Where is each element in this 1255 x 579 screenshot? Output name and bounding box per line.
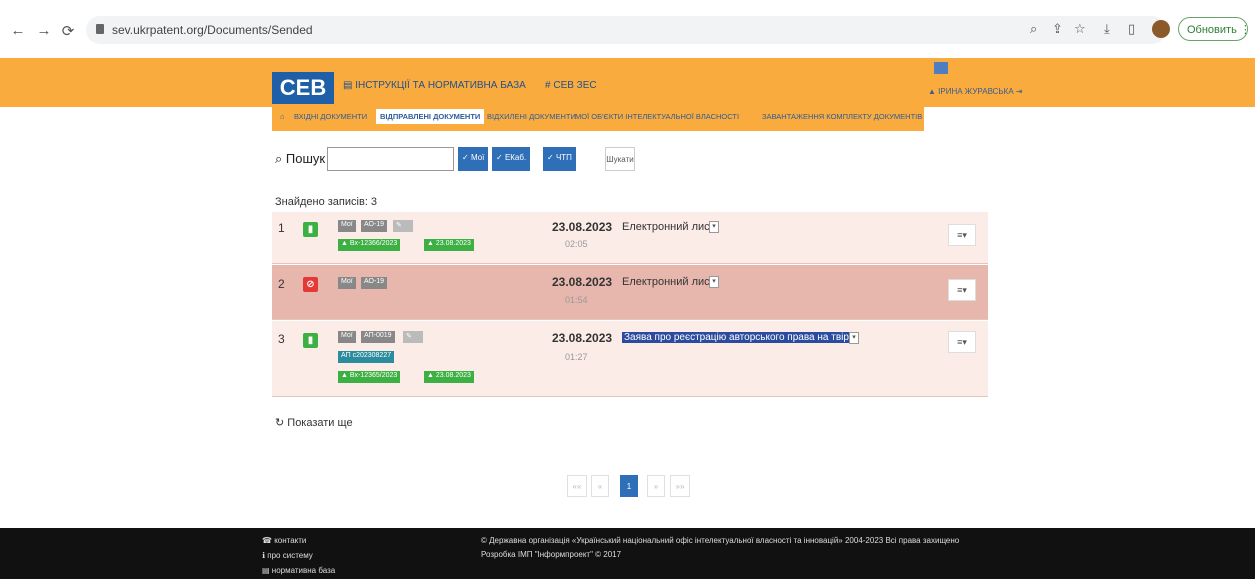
footer-contacts[interactable]: ☎ контакти [262,536,306,545]
page-current-button[interactable]: 1 [620,475,638,497]
share-icon[interactable]: ⇪ [1052,21,1063,37]
address-bar[interactable]: sev.ukrpatent.org/Documents/Sended [86,16,1166,44]
record-title[interactable]: Заява про реєстрацію авторського права н… [622,332,851,343]
record-date: 23.08.2023 [552,220,613,234]
row-number: 3 [278,332,285,346]
nav-instructions[interactable]: ▤ ІНСТРУКЦІЇ ТА НОРМАТИВНА БАЗА [343,80,526,91]
search-button[interactable]: Шукати [605,147,635,171]
footer-about-label: про систему [267,551,313,560]
page-prev-button[interactable]: « [591,475,609,497]
tag-date[interactable]: ▲ 23.08.2023 [424,239,474,251]
profile-avatar[interactable] [1152,20,1170,38]
page-last-button[interactable]: »» [670,475,690,497]
tag-date-label: 23.08.2023 [435,372,471,379]
tag-incoming[interactable]: ▲ Вх-12365/2023 [338,371,401,383]
home-icon[interactable]: ⌂ [280,112,285,121]
badge: Мої [338,331,356,343]
row-number: 1 [278,221,285,235]
forward-icon[interactable]: → [36,22,52,39]
tab-my-objects[interactable]: МОЇ ОБ'ЄКТИ ІНТЕЛЕКТУАЛЬНОЇ ВЛАСНОСТІ [575,112,739,121]
lock-icon [96,24,104,34]
footer-about[interactable]: ℹ про систему [262,551,313,560]
badge: АО-19 [361,220,388,232]
page-first-button[interactable]: «« [567,475,587,497]
filter-my-label: Мої [470,153,485,162]
row-menu-button[interactable]: ≡▾ [948,331,976,353]
search-icon[interactable]: ⌕ [1030,21,1037,37]
badge: АО-19 [361,277,388,289]
record-time: 02:05 [565,239,588,249]
pen-icon: ✎ [393,220,413,232]
record-title[interactable]: Електронний лист [622,221,715,233]
record-date: 23.08.2023 [552,275,613,289]
footer-copyright: © Державна організація «Український наці… [481,536,960,545]
found-count: Знайдено записів: 3 [275,196,378,208]
footer-regulations-label: нормативна база [271,566,336,575]
record-title[interactable]: Електронний лист [622,276,715,288]
update-label: Обновить [1187,24,1237,36]
nav-sev-zes[interactable]: # СЕВ ЗЕС [545,80,597,91]
tag-incoming-label: Вх-12365/2023 [349,372,398,379]
back-icon[interactable]: ← [10,22,26,39]
record-time: 01:54 [565,295,588,305]
badge: АП-0019 [361,331,395,343]
footer-regulations[interactable]: ▤ нормативна база [262,566,335,575]
table-row[interactable]: 3 ▮ Мої АП-0019 ✎ АП c202308227 ▲ Вх-123… [272,321,988,397]
user-name[interactable]: ▲ ІРИНА ЖУРАВСЬКА ⇥ [928,87,1023,96]
nav-instructions-label: ІНСТРУКЦІЇ ТА НОРМАТИВНА БАЗА [355,80,526,91]
tab-rejected[interactable]: ВІДХИЛЕНІ ДОКУМЕНТИ [487,112,576,121]
chevron-down-icon[interactable]: ▾ [709,276,719,288]
tab-incoming[interactable]: ВХІДНІ ДОКУМЕНТИ [294,112,367,121]
download-icon[interactable]: ⤓ [1104,21,1110,37]
reload-icon[interactable]: ⟳ [60,22,76,40]
chevron-down-icon[interactable]: ▾ [709,221,719,233]
tag-incoming[interactable]: ▲ Вх-12366/2023 [338,239,401,251]
footer-contacts-label: контакти [274,536,307,545]
search-input[interactable] [327,147,454,171]
table-row[interactable]: 2 ⊘ Мої АО-19 23.08.2023 01:54 Електронн… [272,265,988,320]
tag-copyright[interactable]: АП c202308227 [338,351,395,363]
tab-upload[interactable]: ЗАВАНТАЖЕННЯ КОМПЛЕКТУ ДОКУМЕНТІВ [762,112,922,121]
filter-my-button[interactable]: ✓ Мої [458,147,489,171]
browser-toolbar: ← → ⟳ sev.ukrpatent.org/Documents/Sended… [0,0,1255,58]
update-button[interactable]: Обновить ⋮ [1178,17,1251,41]
logo[interactable]: СЕВ [272,72,334,104]
page-next-button[interactable]: » [647,475,665,497]
filter-chtp-button[interactable]: ✓ ЧТП [543,147,576,171]
ok-status-icon: ▮ [303,333,318,348]
error-status-icon: ⊘ [303,277,318,292]
filter-ecab-label: ЕКаб. [504,153,527,162]
url-text: sev.ukrpatent.org/Documents/Sended [112,23,313,37]
badge: Мої [338,277,356,289]
tag-date[interactable]: ▲ 23.08.2023 [424,371,474,383]
pen-icon: ✎ [403,331,423,343]
sidepanel-icon[interactable]: ▯ [1128,21,1135,37]
ok-status-icon: ▮ [303,222,318,237]
search-label: ⌕ Пошук [275,151,326,166]
filter-ecab-button[interactable]: ✓ ЕКаб. [492,147,531,171]
filter-chtp-label: ЧТП [555,153,572,162]
nav-sev-zes-label: СЕВ ЗЕС [553,80,597,91]
record-time: 01:27 [565,352,588,362]
footer: ☎ контакти ℹ про систему ▤ нормативна ба… [0,528,1255,579]
star-icon[interactable]: ☆ [1074,21,1086,37]
mail-icon[interactable] [934,62,948,74]
table-row[interactable]: 1 ▮ Мої АО-19 ✎ ▲ Вх-12366/2023 ▲ 23.08.… [272,212,988,264]
chevron-down-icon[interactable]: ▾ [849,332,859,344]
footer-developer: Розробка ІМП "Інформпроект" © 2017 [481,550,622,559]
tag-date-label: 23.08.2023 [435,240,471,247]
record-date: 23.08.2023 [552,331,613,345]
show-more-link[interactable]: ↻ Показати ще [275,416,353,429]
document-tabs: ⌂ ВХІДНІ ДОКУМЕНТИ ВІДПРАВЛЕНІ ДОКУМЕНТИ… [272,107,924,131]
row-number: 2 [278,277,285,291]
show-more-label: Показати ще [287,417,353,429]
tag-incoming-label: Вх-12366/2023 [349,240,398,247]
row-menu-button[interactable]: ≡▾ [948,224,976,246]
tab-sent[interactable]: ВІДПРАВЛЕНІ ДОКУМЕНТИ [376,109,485,124]
user-name-label: ІРИНА ЖУРАВСЬКА [938,87,1014,96]
row-menu-button[interactable]: ≡▾ [948,279,976,301]
badge: Мої [338,220,356,232]
search-label-text: Пошук [285,151,326,166]
site-header: СЕВ ▤ ІНСТРУКЦІЇ ТА НОРМАТИВНА БАЗА # СЕ… [0,58,1255,107]
